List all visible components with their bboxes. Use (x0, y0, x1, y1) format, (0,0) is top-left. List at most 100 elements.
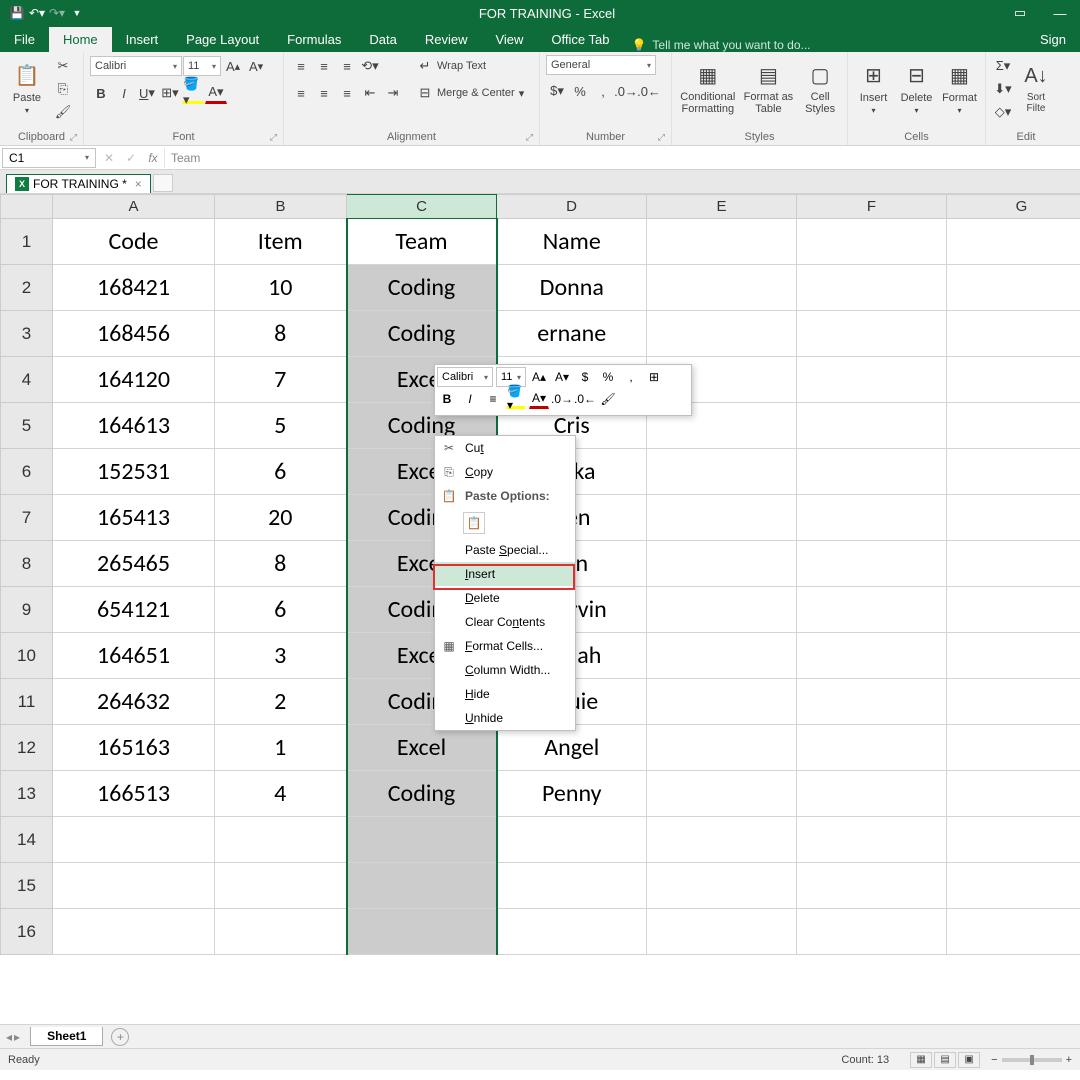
align-top-icon[interactable]: ≡ (290, 55, 312, 77)
cell[interactable] (647, 587, 797, 633)
cell[interactable]: 164613 (53, 403, 215, 449)
ctx-cut[interactable]: ✂Cut (435, 436, 575, 460)
format-painter-icon[interactable]: 🖌 (52, 101, 74, 123)
font-name-select[interactable]: Calibri▾ (90, 56, 182, 76)
cell[interactable] (797, 449, 947, 495)
cell[interactable] (947, 909, 1080, 955)
align-center-icon[interactable]: ≡ (313, 82, 335, 104)
column-header-E[interactable]: E (647, 195, 797, 219)
column-header-B[interactable]: B (215, 195, 347, 219)
cell[interactable]: 164120 (53, 357, 215, 403)
sheet-nav-first-icon[interactable]: ◂ (6, 1030, 12, 1044)
tab-data[interactable]: Data (355, 27, 410, 52)
cell[interactable]: 654121 (53, 587, 215, 633)
mini-bold-icon[interactable]: B (437, 389, 457, 409)
cell[interactable]: 4 (215, 771, 347, 817)
cell[interactable] (947, 403, 1080, 449)
cell[interactable] (647, 495, 797, 541)
cell[interactable]: Coding (347, 265, 497, 311)
row-header-10[interactable]: 10 (1, 633, 53, 679)
cell[interactable] (797, 587, 947, 633)
ctx-format-cells[interactable]: ▦Format Cells... (435, 634, 575, 658)
column-header-D[interactable]: D (497, 195, 647, 219)
font-size-select[interactable]: 11▾ (183, 56, 221, 76)
sheet-nav-last-icon[interactable]: ▸ (14, 1030, 20, 1044)
cell[interactable] (647, 449, 797, 495)
underline-button[interactable]: U▾ (136, 82, 158, 104)
fill-icon[interactable]: ⬇▾ (992, 78, 1014, 100)
cell[interactable]: 164651 (53, 633, 215, 679)
cell[interactable]: Coding (347, 771, 497, 817)
mini-dec-decimal-icon[interactable]: .0← (575, 389, 595, 409)
align-right-icon[interactable]: ≡ (336, 82, 358, 104)
decrease-decimal-icon[interactable]: .0← (638, 80, 660, 102)
cell[interactable] (947, 265, 1080, 311)
increase-indent-icon[interactable]: ⇥ (382, 82, 404, 104)
ctx-hide[interactable]: Hide (435, 682, 575, 706)
cell[interactable] (947, 817, 1080, 863)
delete-cells-button[interactable]: ⊟Delete▾ (897, 55, 936, 121)
currency-icon[interactable]: $▾ (546, 80, 568, 102)
tab-review[interactable]: Review (411, 27, 482, 52)
cell[interactable] (647, 265, 797, 311)
select-all-corner[interactable] (1, 195, 53, 219)
row-header-14[interactable]: 14 (1, 817, 53, 863)
autosum-icon[interactable]: Σ▾ (992, 55, 1014, 77)
cell[interactable] (947, 771, 1080, 817)
cell[interactable]: 165163 (53, 725, 215, 771)
cell[interactable] (53, 909, 215, 955)
cell[interactable] (797, 771, 947, 817)
cell[interactable]: 168421 (53, 265, 215, 311)
dialog-launcher-icon[interactable]: ⤢ (658, 132, 665, 143)
fill-color-button[interactable]: 🪣▾ (182, 82, 204, 104)
row-header-3[interactable]: 3 (1, 311, 53, 357)
mini-borders-icon[interactable]: ⊞ (644, 367, 664, 387)
cell[interactable]: 2 (215, 679, 347, 725)
add-sheet-button[interactable]: + (111, 1028, 129, 1046)
conditional-formatting-button[interactable]: ▦Conditional Formatting (678, 55, 738, 121)
orientation-icon[interactable]: ⟲▾ (359, 55, 381, 77)
ctx-delete[interactable]: Delete (435, 586, 575, 610)
dialog-launcher-icon[interactable]: ⤢ (270, 132, 277, 143)
mini-font-name[interactable]: Calibri▾ (437, 367, 493, 387)
mini-comma-icon[interactable]: , (621, 367, 641, 387)
cell[interactable] (797, 817, 947, 863)
cell[interactable]: 20 (215, 495, 347, 541)
cell[interactable] (215, 817, 347, 863)
cell[interactable] (647, 817, 797, 863)
cell[interactable] (215, 863, 347, 909)
redo-icon[interactable]: ↷▾ (48, 4, 66, 22)
cell[interactable]: 7 (215, 357, 347, 403)
ctx-column-width[interactable]: Column Width... (435, 658, 575, 682)
cell[interactable]: 165413 (53, 495, 215, 541)
row-header-11[interactable]: 11 (1, 679, 53, 725)
dialog-launcher-icon[interactable]: ⤢ (526, 132, 533, 143)
cell[interactable] (947, 541, 1080, 587)
tab-office-tab[interactable]: Office Tab (537, 27, 623, 52)
tab-formulas[interactable]: Formulas (273, 27, 355, 52)
cell[interactable] (797, 219, 947, 265)
mini-decrease-font-icon[interactable]: A▾ (552, 367, 572, 387)
increase-decimal-icon[interactable]: .0→ (615, 80, 637, 102)
column-header-C[interactable]: C (347, 195, 497, 219)
cell[interactable] (947, 633, 1080, 679)
cell[interactable] (347, 909, 497, 955)
cell[interactable] (647, 219, 797, 265)
cell[interactable]: 8 (215, 311, 347, 357)
tell-me[interactable]: 💡 Tell me what you want to do... (631, 38, 810, 52)
cell[interactable] (947, 587, 1080, 633)
cancel-formula-icon[interactable]: ✕ (98, 151, 120, 165)
close-tab-icon[interactable]: × (135, 177, 142, 191)
row-header-1[interactable]: 1 (1, 219, 53, 265)
cell[interactable] (947, 311, 1080, 357)
cell[interactable]: 6 (215, 449, 347, 495)
cell[interactable]: ernane (497, 311, 647, 357)
cell[interactable] (647, 541, 797, 587)
tab-file[interactable]: File (0, 27, 49, 52)
cell[interactable] (347, 863, 497, 909)
mini-percent-icon[interactable]: % (598, 367, 618, 387)
cell[interactable] (947, 449, 1080, 495)
cell[interactable]: 10 (215, 265, 347, 311)
minimize-icon[interactable]: — (1040, 0, 1080, 26)
cell[interactable] (497, 909, 647, 955)
